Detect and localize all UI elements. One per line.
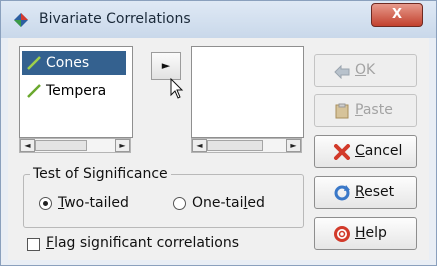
title-bar[interactable]: Bivariate Correlations X: [1, 1, 436, 38]
cancel-button[interactable]: Cancel: [314, 135, 417, 168]
target-variable-list[interactable]: [191, 46, 304, 138]
radio-label: Two-tailed: [58, 195, 129, 211]
paste-button[interactable]: Paste: [314, 94, 417, 127]
significance-group-label: Test of Significance: [30, 166, 171, 182]
ok-button[interactable]: OK: [314, 54, 417, 87]
radio-indicator[interactable]: [173, 197, 186, 210]
list-item-label: Cones: [46, 55, 90, 71]
scroll-left-icon[interactable]: ◄: [20, 139, 35, 152]
scroll-thumb[interactable]: [35, 140, 87, 151]
clipboard-icon: [335, 103, 349, 119]
mouse-cursor-icon: [170, 78, 184, 99]
list-item[interactable]: Tempera: [22, 79, 126, 103]
paste-label: Paste: [355, 102, 393, 118]
scroll-right-icon[interactable]: ►: [115, 139, 130, 152]
move-variable-button[interactable]: ►: [151, 52, 181, 80]
help-button[interactable]: Help: [314, 217, 417, 250]
bivariate-correlations-dialog: Bivariate Correlations X Cones Tempera ◄…: [0, 0, 437, 266]
scale-variable-icon: [27, 56, 41, 70]
radio-selected-dot: [43, 201, 48, 206]
scale-variable-icon: [27, 84, 41, 98]
list-item-label: Tempera: [46, 83, 107, 99]
flag-significant-checkbox[interactable]: [27, 238, 40, 251]
flag-significant-label[interactable]: Flag significant correlations: [46, 235, 239, 251]
lifebuoy-icon: [334, 226, 350, 242]
scroll-right-icon[interactable]: ►: [286, 139, 301, 152]
ok-label: OK: [355, 62, 376, 78]
dialog-body: Cones Tempera ◄ ► ► ◄ ► Test of Signific…: [8, 38, 429, 260]
source-list-scrollbar[interactable]: ◄ ►: [19, 138, 131, 153]
help-label: Help: [355, 225, 387, 241]
window-title: Bivariate Correlations: [39, 11, 191, 27]
target-list-scrollbar[interactable]: ◄ ►: [191, 138, 302, 153]
reset-arrows-icon: [334, 185, 350, 201]
list-item[interactable]: Cones: [22, 51, 126, 75]
radio-indicator[interactable]: [39, 197, 52, 210]
close-button[interactable]: X: [371, 3, 423, 27]
radio-label: One-tailed: [192, 195, 265, 211]
cancel-label: Cancel: [355, 143, 403, 159]
cancel-x-icon: [334, 144, 350, 160]
source-variable-list[interactable]: Cones Tempera: [19, 46, 133, 138]
reset-button[interactable]: Reset: [314, 176, 417, 209]
scroll-left-icon[interactable]: ◄: [192, 139, 207, 152]
ok-arrow-icon: [334, 64, 350, 79]
scroll-thumb[interactable]: [207, 140, 263, 151]
reset-label: Reset: [355, 184, 395, 200]
spss-diamond-icon: [14, 13, 28, 27]
